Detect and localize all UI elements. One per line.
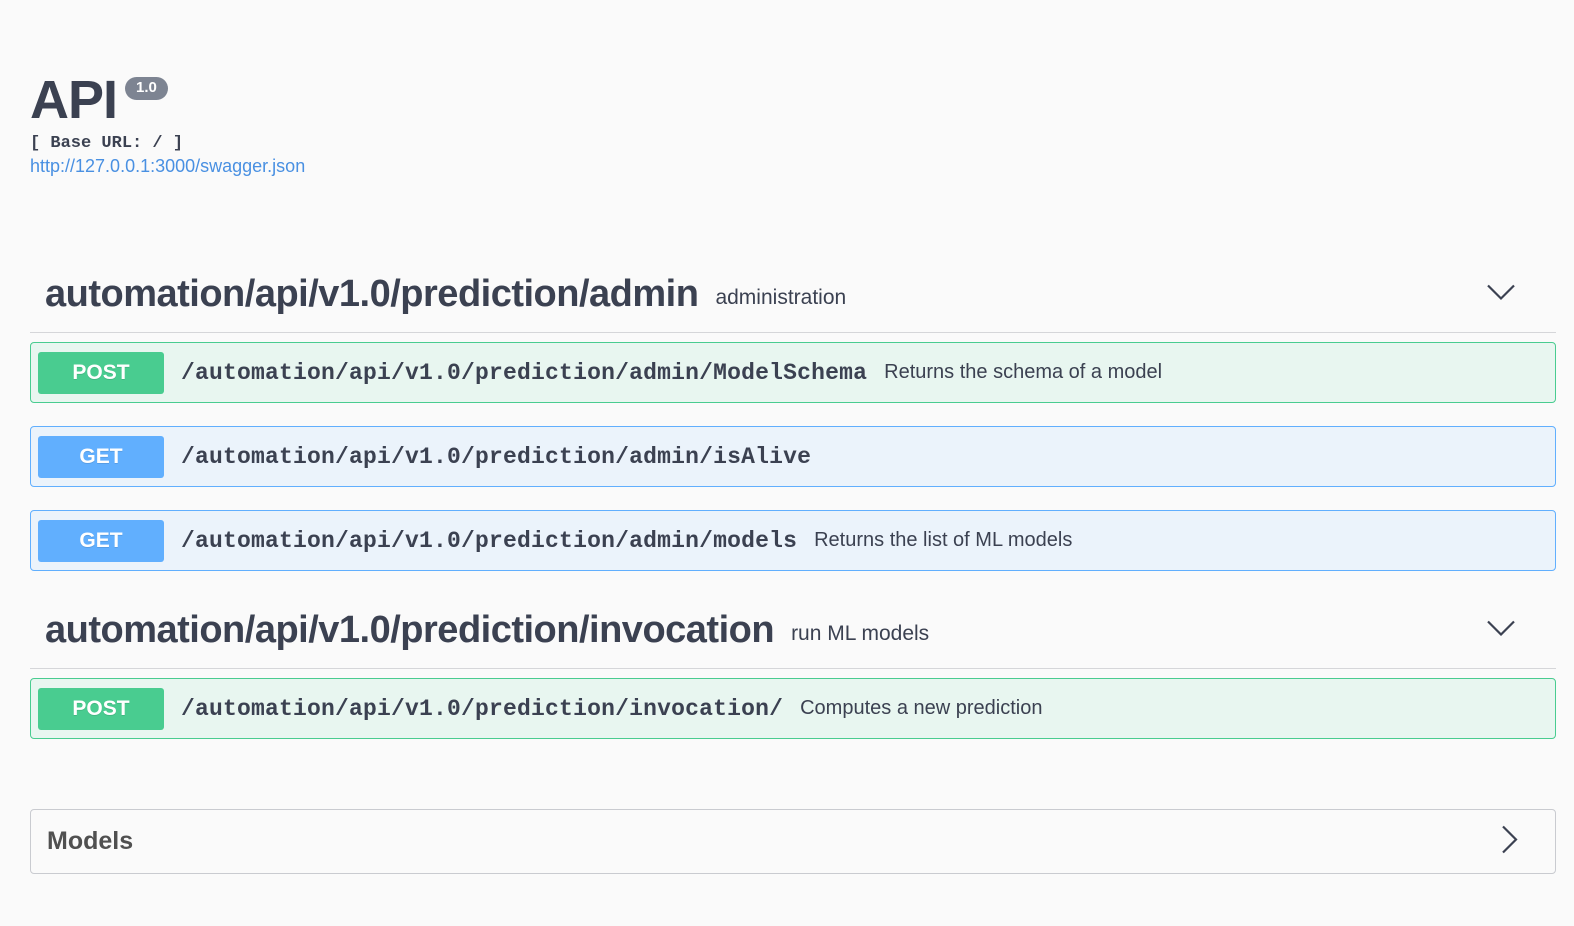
method-badge: POST (38, 687, 164, 730)
operation-path: /automation/api/v1.0/prediction/admin/is… (181, 443, 812, 470)
operation-get-models[interactable]: GET /automation/api/v1.0/prediction/admi… (30, 510, 1556, 571)
operation-post-invocation[interactable]: POST /automation/api/v1.0/prediction/inv… (30, 678, 1556, 739)
chevron-down-icon[interactable] (1486, 283, 1516, 306)
version-badge: 1.0 (125, 77, 168, 100)
chevron-right-icon[interactable] (1501, 824, 1519, 859)
tag-description: run ML models (791, 621, 930, 645)
operation-path: /automation/api/v1.0/prediction/admin/Mo… (181, 359, 868, 386)
operation-summary: Returns the schema of a model (884, 361, 1163, 383)
tag-section-invocation: automation/api/v1.0/prediction/invocatio… (30, 593, 1556, 669)
swagger-json-link[interactable]: http://127.0.0.1:3000/swagger.json (30, 156, 305, 176)
operation-path: /automation/api/v1.0/prediction/invocati… (181, 695, 784, 722)
operation-post-modelschema[interactable]: POST /automation/api/v1.0/prediction/adm… (30, 342, 1556, 403)
models-section[interactable]: Models (30, 809, 1556, 874)
method-badge: POST (38, 351, 164, 394)
tag-section-admin: automation/api/v1.0/prediction/admin adm… (30, 257, 1556, 333)
tag-header-invocation[interactable]: automation/api/v1.0/prediction/invocatio… (30, 593, 1556, 669)
tag-name: automation/api/v1.0/prediction/invocatio… (45, 609, 775, 651)
api-title: API (30, 70, 118, 130)
operation-get-isalive[interactable]: GET /automation/api/v1.0/prediction/admi… (30, 426, 1556, 487)
tag-name: automation/api/v1.0/prediction/admin (45, 273, 699, 315)
base-url: [ Base URL: / ] (30, 134, 184, 153)
title-row: API 1.0 (30, 70, 305, 130)
operation-summary: Returns the list of ML models (814, 529, 1073, 551)
operation-path: /automation/api/v1.0/prediction/admin/mo… (181, 527, 798, 554)
tag-description: administration (715, 285, 847, 309)
tag-header-admin[interactable]: automation/api/v1.0/prediction/admin adm… (30, 257, 1556, 333)
operation-summary: Computes a new prediction (800, 697, 1043, 719)
models-title: Models (47, 827, 134, 855)
api-info: API 1.0 [ Base URL: / ] http://127.0.0.1… (30, 70, 305, 178)
method-badge: GET (38, 519, 164, 562)
method-badge: GET (38, 435, 164, 478)
chevron-down-icon[interactable] (1486, 619, 1516, 642)
